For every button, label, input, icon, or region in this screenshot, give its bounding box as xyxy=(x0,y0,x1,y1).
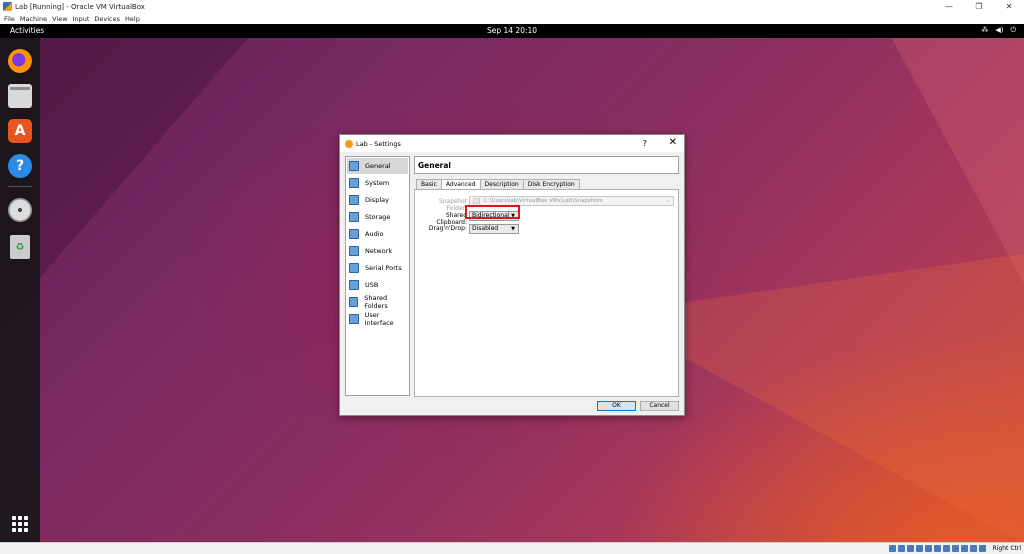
ok-button[interactable]: OK xyxy=(597,401,636,411)
recording-icon[interactable] xyxy=(952,545,959,552)
dialog-title: Lab - Settings xyxy=(356,139,401,148)
wallpaper-facet xyxy=(884,24,1024,284)
dialog-help-button[interactable]: ? xyxy=(643,139,647,148)
category-label: Display xyxy=(365,196,389,204)
software-icon[interactable]: A xyxy=(8,119,32,143)
category-storage[interactable]: Storage xyxy=(347,209,408,225)
host-title-bar: Lab [Running] - Oracle VM VirtualBox — ❐… xyxy=(0,0,1024,13)
host-window-title: Lab [Running] - Oracle VM VirtualBox xyxy=(15,2,145,11)
volume-icon: ◀) xyxy=(995,26,1004,34)
status-icons xyxy=(889,545,986,552)
display-icon[interactable] xyxy=(943,545,950,552)
shared-folder-icon[interactable] xyxy=(934,545,941,552)
category-label: Audio xyxy=(365,230,384,238)
highlight-box xyxy=(465,205,520,219)
keyboard-icon[interactable] xyxy=(979,545,986,552)
category-network[interactable]: Network xyxy=(347,243,408,259)
minimize-button[interactable]: — xyxy=(934,0,964,13)
category-serial-ports[interactable]: Serial Ports xyxy=(347,260,408,276)
maximize-button[interactable]: ❐ xyxy=(964,0,994,13)
usb-icon[interactable] xyxy=(925,545,932,552)
firefox-icon[interactable] xyxy=(8,49,32,73)
tab-disk-encryption[interactable]: Disk Encryption xyxy=(522,179,580,189)
category-general[interactable]: General xyxy=(347,158,408,174)
help-icon[interactable]: ? xyxy=(8,154,32,178)
menu-view[interactable]: View xyxy=(52,15,67,23)
hdd-icon[interactable] xyxy=(889,545,896,552)
menu-file[interactable]: File xyxy=(4,15,15,23)
virtualbox-icon xyxy=(3,2,12,11)
category-label: Network xyxy=(365,247,393,255)
chevron-down-icon: ⌄ xyxy=(665,197,671,204)
display-icon xyxy=(349,195,359,205)
category-label: User Interface xyxy=(364,311,394,327)
system-tray[interactable]: ⁂ ◀) ⏻ xyxy=(981,26,1016,35)
audio-icon[interactable] xyxy=(907,545,914,552)
close-button[interactable]: ✕ xyxy=(994,0,1024,13)
category-label: System xyxy=(365,179,390,187)
mouse-icon[interactable] xyxy=(970,545,977,552)
optical-icon[interactable] xyxy=(898,545,905,552)
dock-separator xyxy=(8,186,32,187)
dragndrop-select[interactable]: Disabled ▼ xyxy=(469,224,519,234)
dock: A ? ♻ xyxy=(0,38,40,542)
tab-description[interactable]: Description xyxy=(479,179,524,189)
menu-devices[interactable]: Devices xyxy=(94,15,120,23)
category-label: USB xyxy=(365,281,379,289)
settings-tabs: Basic Advanced Description Disk Encrypti… xyxy=(416,179,580,190)
cancel-button[interactable]: Cancel xyxy=(640,401,679,411)
dialog-close-button[interactable]: ✕ xyxy=(669,137,677,148)
category-label: Storage xyxy=(365,213,391,221)
clock[interactable]: Sep 14 20:10 xyxy=(0,26,1024,35)
settings-dialog: Lab - Settings ? ✕ General System Displa… xyxy=(339,134,685,416)
trash-icon[interactable]: ♻ xyxy=(10,235,30,259)
storage-icon xyxy=(349,212,359,222)
usb-icon xyxy=(349,280,359,290)
category-label: Serial Ports xyxy=(365,264,402,272)
general-icon xyxy=(349,161,359,171)
host-status-bar: Right Ctrl xyxy=(0,542,1024,554)
cpu-icon[interactable] xyxy=(961,545,968,552)
audio-icon xyxy=(349,229,359,239)
menu-help[interactable]: Help xyxy=(125,15,140,23)
category-usb[interactable]: USB xyxy=(347,277,408,293)
network-icon[interactable] xyxy=(916,545,923,552)
category-system[interactable]: System xyxy=(347,175,408,191)
category-display[interactable]: Display xyxy=(347,192,408,208)
advanced-tab-page: Snapshot Folder: C:\Users\lab\VirtualBox… xyxy=(414,189,679,397)
gnome-top-bar: Activities Sep 14 20:10 ⁂ ◀) ⏻ xyxy=(0,24,1024,38)
category-shared-folders[interactable]: Shared Folders xyxy=(347,294,408,310)
category-label: General xyxy=(365,162,391,170)
show-apps-icon[interactable] xyxy=(12,516,28,532)
shared-folders-icon xyxy=(349,297,359,307)
user-interface-icon xyxy=(349,314,359,324)
snapshot-folder-label: Snapshot Folder: xyxy=(438,198,467,212)
virtualbox-icon xyxy=(345,139,353,148)
window-controls: — ❐ ✕ xyxy=(934,0,1024,13)
power-icon: ⏻ xyxy=(1010,26,1016,34)
dropdown-arrow-icon: ▼ xyxy=(511,226,515,232)
dialog-title-bar: Lab - Settings ? ✕ xyxy=(340,135,684,152)
tab-basic[interactable]: Basic xyxy=(416,179,442,189)
files-icon[interactable] xyxy=(8,84,32,108)
disc-icon[interactable] xyxy=(8,198,32,222)
shared-clipboard-label: Shared Clipboard: xyxy=(436,212,467,226)
menu-machine[interactable]: Machine xyxy=(20,15,47,23)
folder-icon xyxy=(473,198,480,204)
dragndrop-label: Drag'n'Drop: xyxy=(428,225,467,232)
host-menu-bar: File Machine View Input Devices Help xyxy=(0,13,1024,24)
host-key-label: Right Ctrl xyxy=(992,545,1021,552)
network-icon: ⁂ xyxy=(981,26,989,34)
category-audio[interactable]: Audio xyxy=(347,226,408,242)
category-user-interface[interactable]: User Interface xyxy=(347,311,408,327)
snapshot-folder-value: C:\Users\lab\VirtualBox VMs\Lab\Snapshot… xyxy=(484,198,603,204)
serial-ports-icon xyxy=(349,263,359,273)
menu-input[interactable]: Input xyxy=(73,15,90,23)
system-icon xyxy=(349,178,359,188)
dragndrop-value: Disabled xyxy=(472,225,499,232)
category-list: General System Display Storage Audio Net… xyxy=(345,156,410,396)
section-title: General xyxy=(414,156,679,174)
category-label: Shared Folders xyxy=(364,294,388,310)
network-icon xyxy=(349,246,359,256)
